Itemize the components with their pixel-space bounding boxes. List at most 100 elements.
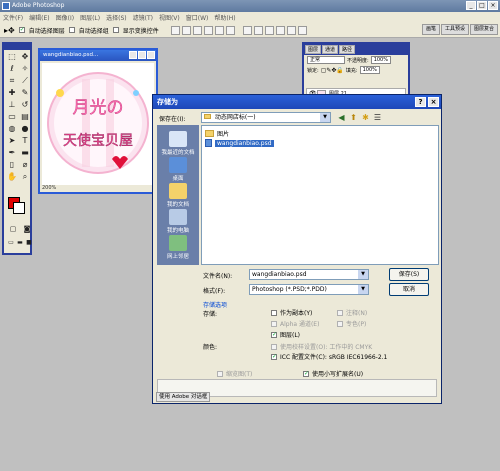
menu-file[interactable]: 文件(F) — [3, 13, 23, 22]
distribute-center-icon[interactable] — [286, 25, 296, 35]
distribute-bottom-icon[interactable] — [264, 25, 274, 35]
dodge-tool-icon[interactable]: ● — [19, 123, 31, 134]
screen-mode-icon[interactable]: ▭ — [7, 237, 15, 248]
gradient-tool-icon[interactable]: ▤ — [19, 111, 31, 122]
option-as-copy[interactable]: 作为副本(Y) — [271, 308, 312, 317]
dialog-close-button[interactable]: × — [428, 97, 439, 107]
lock-icons[interactable]: ▢✎✥🔒 — [321, 67, 344, 74]
tab-layers[interactable]: 图层 — [305, 45, 322, 54]
close-button[interactable]: × — [488, 1, 498, 10]
cancel-button[interactable]: 取消 — [389, 283, 429, 296]
zoom-level[interactable]: 200% — [42, 185, 56, 191]
filename-field[interactable]: wangdianbiao.psd ▼ — [249, 269, 369, 280]
opacity-field[interactable]: 100% — [370, 56, 391, 64]
marquee-tool-icon[interactable]: ⬚ — [6, 51, 18, 62]
place-my-computer[interactable]: 我的电脑 — [157, 209, 199, 234]
as-copy-checkbox[interactable] — [271, 309, 277, 316]
blend-mode-select[interactable]: 正常 — [307, 56, 345, 64]
auto-select-layer-checkbox[interactable] — [18, 26, 25, 33]
list-item[interactable]: wangdianbiao.psd — [205, 139, 274, 147]
align-top-icon[interactable] — [170, 25, 180, 35]
view-menu-icon[interactable]: ☰ — [373, 113, 382, 122]
healing-brush-tool-icon[interactable]: ✚ — [6, 87, 18, 98]
tab-brushes[interactable]: 画笔 — [421, 24, 440, 35]
quick-mask-icon[interactable]: ◙ — [21, 224, 33, 235]
save-in-combo[interactable]: 动态网店标(一) ▼ — [201, 112, 331, 123]
list-item[interactable]: 图片 — [205, 129, 229, 138]
doc-minimize-button[interactable] — [129, 51, 137, 59]
menu-view[interactable]: 视图(V) — [159, 13, 180, 22]
shape-tool-icon[interactable]: ▬ — [19, 147, 31, 158]
menu-layer[interactable]: 图层(L) — [80, 13, 100, 22]
place-desktop[interactable]: 桌面 — [157, 157, 199, 182]
background-color-swatch[interactable] — [13, 202, 25, 214]
save-button[interactable]: 保存(S) — [389, 268, 429, 281]
maximize-button[interactable]: □ — [477, 1, 487, 10]
pen-tool-icon[interactable]: ✒ — [6, 147, 18, 158]
menu-window[interactable]: 窗口(W) — [186, 13, 209, 22]
notes-tool-icon[interactable]: ▯ — [6, 159, 18, 170]
eyedropper-tool-icon[interactable]: ⌀ — [19, 159, 31, 170]
chevron-down-icon[interactable]: ▼ — [320, 113, 330, 122]
tab-layer-comps[interactable]: 图层复合 — [469, 24, 498, 35]
place-my-documents[interactable]: 我的文档 — [157, 183, 199, 208]
layers-checkbox[interactable] — [271, 331, 277, 338]
distribute-middle-icon[interactable] — [253, 25, 263, 35]
back-icon[interactable]: ◀ — [337, 113, 346, 122]
full-screen-icon[interactable]: ■ — [25, 237, 33, 248]
place-recent[interactable]: 我最近的文档 — [157, 131, 199, 156]
format-select[interactable]: Photoshop (*.PSD;*.PDD) ▼ — [249, 284, 369, 295]
standard-mode-icon[interactable]: ▢ — [7, 224, 19, 235]
type-tool-icon[interactable]: T — [19, 135, 31, 146]
crop-tool-icon[interactable]: ⌗ — [6, 75, 18, 86]
option-lowercase-ext[interactable]: 使用小写扩展名(U) — [303, 369, 363, 378]
eraser-tool-icon[interactable]: ▭ — [6, 111, 18, 122]
align-left-icon[interactable] — [203, 25, 213, 35]
document-title-bar[interactable]: wangdianbiao.psd... — [40, 50, 156, 61]
new-folder-icon[interactable]: ✱ — [361, 113, 370, 122]
tab-channels[interactable]: 通道 — [322, 45, 339, 54]
align-right-icon[interactable] — [225, 25, 235, 35]
auto-select-group-checkbox[interactable] — [68, 27, 75, 33]
option-layers[interactable]: 图层(L) — [271, 330, 300, 339]
document-canvas[interactable]: 月光の 天使宝贝屋 — [42, 63, 154, 185]
align-bottom-icon[interactable] — [192, 25, 202, 35]
tab-tool-presets[interactable]: 工具预设 — [440, 24, 469, 35]
clone-stamp-tool-icon[interactable]: ⊥ — [6, 99, 18, 110]
magic-wand-tool-icon[interactable]: ✧ — [19, 63, 31, 74]
full-screen-menu-icon[interactable]: ▬ — [16, 237, 24, 248]
menu-image[interactable]: 图像(I) — [56, 13, 74, 22]
chevron-down-icon[interactable]: ▼ — [358, 285, 368, 294]
distribute-top-icon[interactable] — [242, 25, 252, 35]
option-icc-profile[interactable]: ICC 配置文件(C): sRGB IEC61966-2.1 — [271, 352, 387, 361]
chevron-down-icon[interactable]: ▼ — [358, 270, 368, 279]
move-tool-icon[interactable]: ✥ — [19, 51, 31, 62]
align-center-icon[interactable] — [214, 25, 224, 35]
doc-maximize-button[interactable] — [138, 51, 146, 59]
zoom-tool-icon[interactable]: ⌕ — [19, 171, 31, 182]
show-transform-checkbox[interactable] — [112, 27, 119, 33]
help-button[interactable]: ? — [415, 97, 426, 107]
icc-profile-checkbox[interactable] — [271, 353, 277, 360]
slice-tool-icon[interactable]: ⟋ — [19, 75, 31, 86]
fill-field[interactable]: 100% — [359, 66, 380, 74]
minimize-button[interactable]: _ — [466, 1, 476, 10]
blur-tool-icon[interactable]: ◍ — [6, 123, 18, 134]
dialog-title-bar[interactable]: 存储为 ? × — [153, 95, 441, 109]
lasso-tool-icon[interactable]: ℓ — [6, 63, 18, 74]
place-network[interactable]: 网上邻居 — [157, 235, 199, 260]
history-brush-tool-icon[interactable]: ↺ — [19, 99, 31, 110]
menu-help[interactable]: 帮助(H) — [214, 13, 235, 22]
menu-select[interactable]: 选择(S) — [106, 13, 127, 22]
up-folder-icon[interactable]: ⬆ — [349, 113, 358, 122]
file-list[interactable]: 图片 wangdianbiao.psd — [201, 125, 439, 265]
lowercase-ext-checkbox[interactable] — [303, 370, 309, 377]
document-window[interactable]: wangdianbiao.psd... 月光の 天使宝贝屋 200% — [38, 48, 158, 194]
menu-edit[interactable]: 编辑(E) — [29, 13, 49, 22]
distribute-left-icon[interactable] — [275, 25, 285, 35]
use-adobe-dialog-button[interactable]: 使用 Adobe 对话框 — [156, 392, 211, 402]
hand-tool-icon[interactable]: ✋ — [6, 171, 18, 182]
doc-close-button[interactable] — [147, 51, 155, 59]
distribute-right-icon[interactable] — [297, 25, 307, 35]
move-tool-icon[interactable]: ▸✥ — [4, 26, 15, 35]
